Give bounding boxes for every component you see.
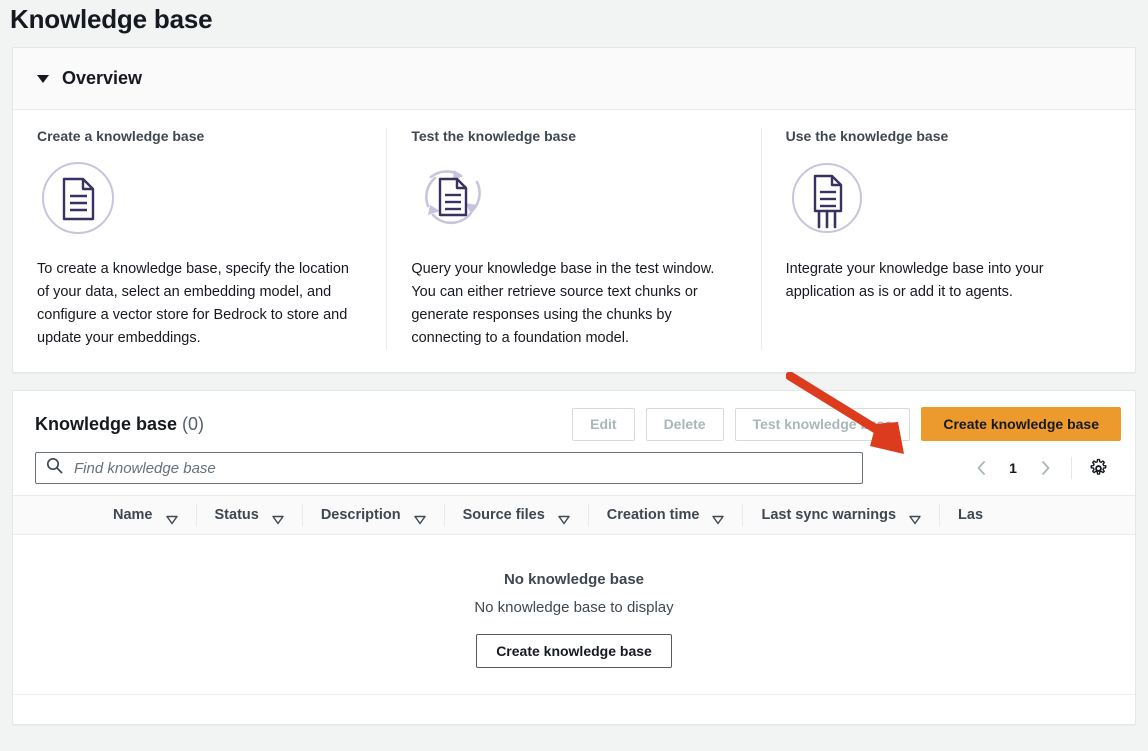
empty-state: No knowledge base No knowledge base to d…	[13, 535, 1135, 694]
table-toolbar: Knowledge base (0) Edit Delete Test know…	[13, 391, 1135, 495]
column-header-label: Creation time	[606, 507, 700, 523]
knowledge-base-table-card: Knowledge base (0) Edit Delete Test know…	[12, 390, 1136, 725]
overview-column-heading: Create a knowledge base	[37, 128, 205, 144]
column-header-description[interactable]: Description	[301, 504, 444, 526]
toolbar-actions: Edit Delete Test knowledge base Create k…	[572, 407, 1121, 441]
overview-column-create: Create a knowledge base To create a know…	[13, 128, 386, 350]
gear-icon[interactable]	[1083, 453, 1113, 483]
search-icon	[46, 457, 63, 479]
table-title-label: Knowledge base	[35, 413, 178, 434]
empty-state-create-button[interactable]: Create knowledge base	[476, 634, 672, 668]
sort-triangle-icon[interactable]	[909, 511, 921, 525]
empty-state-subtitle: No knowledge base to display	[474, 599, 674, 616]
overview-body: Create a knowledge base To create a know…	[13, 110, 1135, 372]
empty-state-title: No knowledge base	[503, 571, 645, 588]
overview-column-text: Integrate your knowledge base into your …	[785, 261, 1044, 300]
column-header-last-truncated[interactable]: Las	[939, 504, 1001, 526]
chevron-left-icon[interactable]	[966, 453, 996, 483]
overview-section-title: Overview	[62, 68, 143, 88]
overview-card: Overview Create a knowledge base To crea	[12, 47, 1136, 373]
caret-down-icon[interactable]	[37, 74, 49, 83]
table-header-row: Name Status Description Source files Cre…	[13, 495, 1135, 535]
page-number[interactable]: 1	[1000, 460, 1026, 476]
column-header-label: Las	[958, 507, 984, 523]
table-item-count: (0)	[182, 413, 205, 434]
pagination-divider	[1071, 457, 1072, 479]
test-knowledge-base-button[interactable]: Test knowledge base	[734, 407, 911, 441]
overview-column-heading: Use the knowledge base	[785, 128, 949, 144]
column-header-source-files[interactable]: Source files	[443, 504, 588, 526]
page-title: Knowledge base	[10, 4, 213, 34]
overview-column-text: Query your knowledge base in the test wi…	[411, 261, 715, 346]
table-title: Knowledge base (0)	[35, 414, 204, 435]
sort-triangle-icon[interactable]	[272, 511, 284, 525]
document-with-connectors-icon	[786, 160, 1109, 240]
document-with-sync-arrows-icon	[411, 160, 734, 240]
overview-column-test: Test the knowledge base Query your knowl…	[386, 128, 760, 350]
table-footer	[13, 694, 1135, 724]
search-placeholder: Find knowledge base	[74, 459, 216, 477]
create-knowledge-base-button[interactable]: Create knowledge base	[921, 407, 1121, 441]
sort-triangle-icon[interactable]	[165, 511, 178, 525]
column-header-label: Status	[214, 507, 259, 523]
column-header-label: Description	[320, 507, 401, 523]
search-input[interactable]: Find knowledge base	[35, 452, 863, 484]
column-header-status[interactable]: Status	[195, 504, 302, 526]
chevron-right-icon[interactable]	[1030, 453, 1060, 483]
sort-triangle-icon[interactable]	[558, 511, 570, 525]
overview-column-use: Use the knowledge base Integrate your kn…	[760, 128, 1135, 350]
column-header-label: Source files	[462, 507, 545, 523]
column-header-name[interactable]: Name	[93, 504, 196, 526]
column-header-creation-time[interactable]: Creation time	[587, 504, 743, 526]
overview-header[interactable]: Overview	[13, 48, 1135, 110]
document-in-circle-icon	[37, 160, 360, 240]
column-header-label: Name	[113, 507, 153, 523]
column-header-label: Last sync warnings	[761, 507, 897, 523]
delete-button[interactable]: Delete	[645, 407, 724, 441]
sort-triangle-icon[interactable]	[413, 511, 426, 525]
sort-triangle-icon[interactable]	[712, 511, 725, 525]
overview-column-heading: Test the knowledge base	[411, 128, 576, 144]
pagination: 1	[966, 453, 1121, 483]
knowledge-base-page: Knowledge base Overview Create a knowled…	[0, 0, 1148, 751]
column-header-last-sync-warnings[interactable]: Last sync warnings	[742, 504, 939, 526]
edit-button[interactable]: Edit	[572, 407, 635, 441]
overview-column-text: To create a knowledge base, specify the …	[37, 261, 349, 346]
